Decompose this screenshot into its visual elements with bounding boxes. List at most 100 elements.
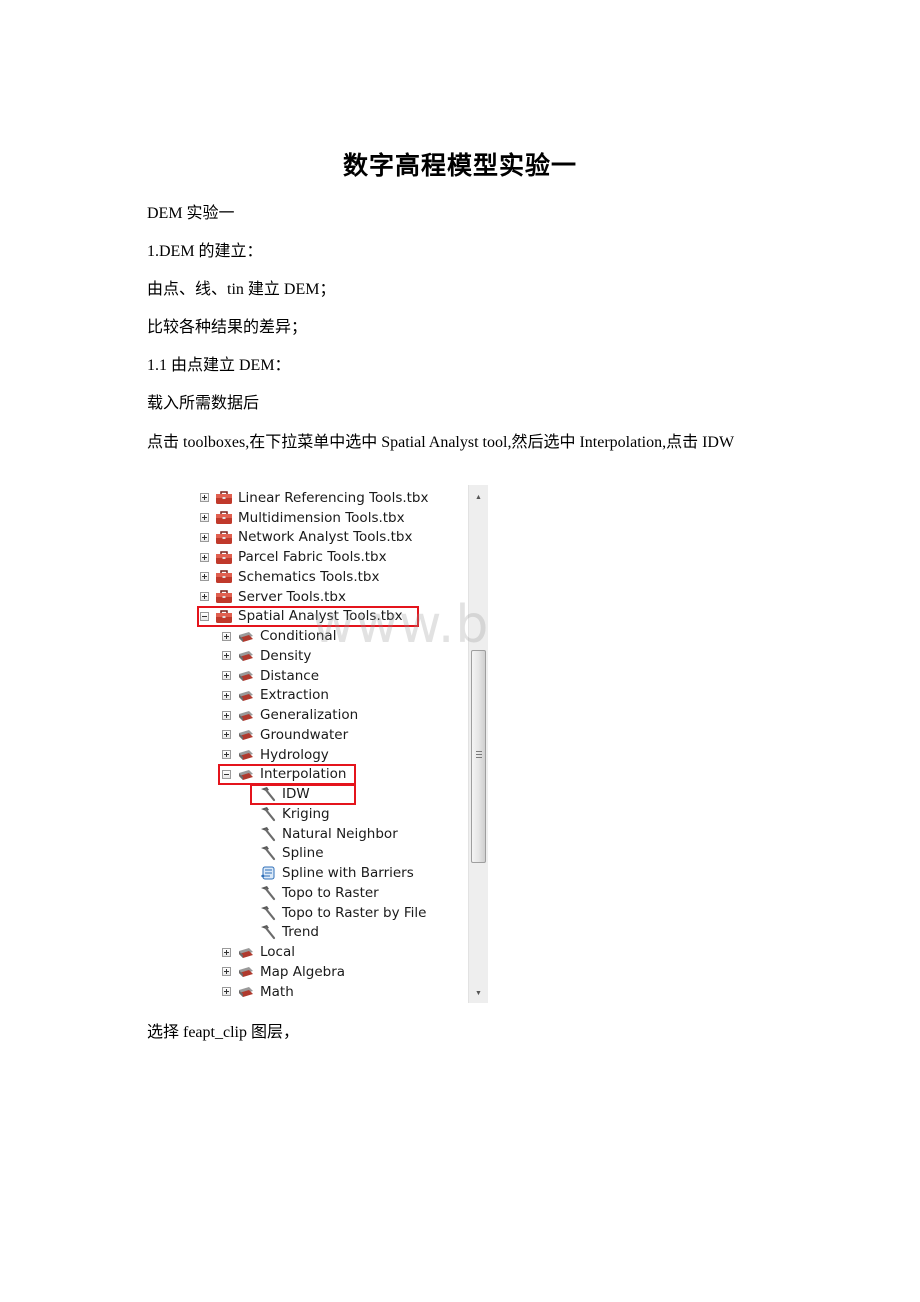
tree-item-toolset[interactable]: Local (222, 942, 295, 962)
toolbox-icon (215, 530, 238, 545)
tree-item-label: Topo to Raster by File (282, 904, 427, 921)
toolbox-screenshot: Linear Referencing Tools.tbx Multidimensi… (192, 485, 488, 1003)
toolbox-icon (215, 569, 238, 584)
tree-item-label: Kriging (282, 805, 330, 822)
tree-item-label: Groundwater (260, 726, 349, 743)
tree-item-tool[interactable]: Spline with Barriers (259, 863, 414, 883)
expand-icon[interactable] (200, 513, 209, 523)
toolbox-icon (215, 609, 238, 624)
tree-item-label: Local (260, 944, 295, 961)
tree-item-label: Interpolation (260, 766, 347, 783)
tree-item-toolset[interactable]: Conditional (222, 626, 336, 646)
tree-item-toolset[interactable]: Math (222, 982, 294, 1002)
tree-item-label: Hydrology (260, 746, 329, 763)
vertical-scrollbar[interactable]: ▲ ▼ (468, 485, 488, 1003)
expand-icon[interactable] (222, 730, 231, 740)
tree-item-toolset[interactable]: Extraction (222, 686, 329, 706)
expand-icon[interactable] (200, 572, 209, 582)
expand-icon[interactable] (222, 750, 231, 760)
expand-icon[interactable] (222, 987, 231, 997)
collapse-icon[interactable] (222, 769, 231, 779)
tree-item-label: Math (260, 983, 294, 1000)
tree-item-tool[interactable]: Natural Neighbor (259, 824, 398, 844)
tree-item-toolbox[interactable]: Spatial Analyst Tools.tbx (200, 607, 403, 627)
tree-item-toolset[interactable]: Distance (222, 666, 319, 686)
tree-item-label: Natural Neighbor (282, 825, 398, 842)
tree-item-label: Map Algebra (260, 963, 346, 980)
tree-item-toolset[interactable]: Interpolation (222, 765, 346, 785)
tree-item-toolbox[interactable]: Server Tools.tbx (200, 587, 346, 607)
toolset-icon (237, 747, 260, 762)
paragraph-load-data: 载入所需数据后 (147, 395, 260, 412)
toolbox-icon (215, 510, 238, 525)
paragraph-instructions: 点击 toolboxes,在下拉菜单中选中 Spatial Analyst to… (147, 434, 735, 451)
tree-item-label: Multidimension Tools.tbx (238, 509, 405, 526)
script-icon (259, 865, 282, 881)
tree-item-toolbox[interactable]: Schematics Tools.tbx (200, 567, 379, 587)
paragraph-section-1: 1.DEM 的建立： (147, 243, 263, 260)
tree-item-tool[interactable]: Kriging (259, 804, 330, 824)
hammer-icon (259, 786, 282, 802)
expand-icon[interactable] (200, 532, 209, 542)
tree-item-label: Trend (282, 924, 319, 941)
toolset-icon (237, 668, 260, 683)
paragraph-methods: 由点、线、tin 建立 DEM； (147, 281, 336, 298)
tree-item-tool[interactable]: IDW (259, 784, 310, 804)
expand-icon[interactable] (222, 631, 231, 641)
scroll-down-arrow-icon[interactable]: ▼ (469, 984, 488, 1001)
expand-icon[interactable] (222, 671, 231, 681)
tree-item-label: Network Analyst Tools.tbx (238, 529, 413, 546)
tree-item-toolset[interactable]: Generalization (222, 705, 358, 725)
tree-item-toolset[interactable]: Map Algebra (222, 962, 345, 982)
toolset-icon (237, 708, 260, 723)
expand-icon[interactable] (222, 651, 231, 661)
paragraph-compare: 比较各种结果的差异； (147, 319, 308, 336)
tree-item-toolset[interactable]: Density (222, 646, 311, 666)
expand-icon[interactable] (200, 493, 209, 503)
hammer-icon (259, 845, 282, 861)
hammer-icon (259, 924, 282, 940)
toolset-icon (237, 767, 260, 782)
paragraph-select-layer: 选择 feapt_clip 图层， (147, 1024, 299, 1041)
hammer-icon (259, 905, 282, 921)
expand-icon[interactable] (200, 552, 209, 562)
toolset-icon (237, 964, 260, 979)
tree-item-label: Schematics Tools.tbx (238, 568, 380, 585)
tree-item-label: Density (260, 647, 312, 664)
hammer-icon (259, 806, 282, 822)
expand-icon[interactable] (200, 592, 209, 602)
expand-icon[interactable] (222, 967, 231, 977)
tree-item-label: Parcel Fabric Tools.tbx (238, 549, 387, 566)
tree-item-toolbox[interactable]: Multidimension Tools.tbx (200, 508, 405, 528)
paragraph-section-1-1: 1.1 由点建立 DEM： (147, 357, 291, 374)
tree-item-label: Spline (282, 845, 324, 862)
tree-item-toolbox[interactable]: Network Analyst Tools.tbx (200, 528, 412, 548)
tree-item-tool[interactable]: Topo to Raster by File (259, 903, 426, 923)
tree-item-label: Conditional (260, 628, 337, 645)
tree-item-label: Server Tools.tbx (238, 588, 346, 605)
collapse-icon[interactable] (200, 611, 209, 621)
expand-icon[interactable] (222, 690, 231, 700)
tree-item-toolset[interactable]: Groundwater (222, 725, 348, 745)
tree-item-tool[interactable]: Trend (259, 923, 319, 943)
toolbox-icon (215, 550, 238, 565)
tree-item-tool[interactable]: Spline (259, 844, 324, 864)
tree-item-label: Distance (260, 667, 320, 684)
expand-icon[interactable] (222, 710, 231, 720)
tree-item-label: Linear Referencing Tools.tbx (238, 489, 429, 506)
toolset-icon (237, 984, 260, 999)
scroll-up-arrow-icon[interactable]: ▲ (469, 488, 488, 505)
tree-item-toolset[interactable]: Hydrology (222, 745, 329, 765)
tree-item-label: IDW (282, 786, 310, 803)
expand-icon[interactable] (222, 947, 231, 957)
tree-item-label: Spatial Analyst Tools.tbx (238, 608, 403, 625)
toolset-icon (237, 648, 260, 663)
tree-item-tool[interactable]: Topo to Raster (259, 883, 379, 903)
tree-item-label: Extraction (260, 687, 329, 704)
hammer-icon (259, 885, 282, 901)
scrollbar-thumb[interactable] (471, 650, 486, 863)
paragraph-heading: DEM 实验一 (147, 205, 235, 222)
toolbox-tree: Linear Referencing Tools.tbx Multidimensi… (192, 485, 468, 1003)
tree-item-toolbox[interactable]: Parcel Fabric Tools.tbx (200, 547, 387, 567)
tree-item-toolbox[interactable]: Linear Referencing Tools.tbx (200, 488, 429, 508)
